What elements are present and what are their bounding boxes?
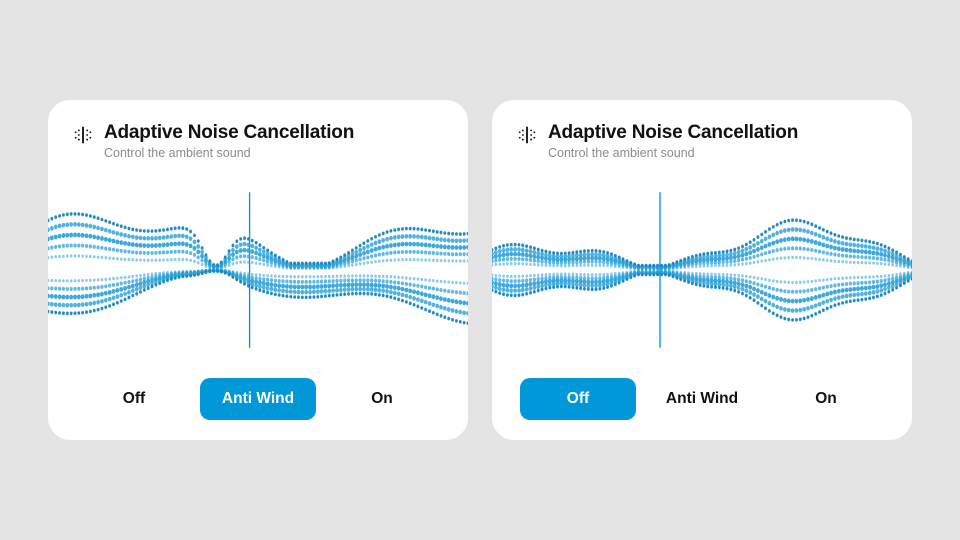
mode-option-label: On bbox=[815, 390, 837, 408]
card-header: Adaptive Noise Cancellation Control the … bbox=[516, 122, 888, 160]
mode-option-label: Anti Wind bbox=[666, 390, 738, 408]
mode-segmented-control: Off Anti Wind On bbox=[516, 378, 888, 420]
soundwave-icon bbox=[72, 124, 94, 146]
card-subtitle: Control the ambient sound bbox=[548, 146, 798, 160]
waveform-visual bbox=[492, 170, 912, 370]
mode-option-label: Off bbox=[567, 390, 589, 408]
card-titles: Adaptive Noise Cancellation Control the … bbox=[104, 122, 354, 160]
soundwave-icon bbox=[516, 124, 538, 146]
mode-option-label: Anti Wind bbox=[222, 390, 294, 408]
mode-option-label: Off bbox=[123, 390, 145, 408]
mode-segmented-control: Off Anti Wind On bbox=[72, 378, 444, 420]
mode-option-antiwind[interactable]: Anti Wind bbox=[200, 378, 316, 420]
waveform-visual bbox=[48, 170, 468, 370]
mode-option-antiwind[interactable]: Anti Wind bbox=[644, 378, 760, 420]
card-header: Adaptive Noise Cancellation Control the … bbox=[72, 122, 444, 160]
mode-option-off[interactable]: Off bbox=[520, 378, 636, 420]
card-titles: Adaptive Noise Cancellation Control the … bbox=[548, 122, 798, 160]
card-subtitle: Control the ambient sound bbox=[104, 146, 354, 160]
mode-option-on[interactable]: On bbox=[768, 378, 884, 420]
card-title: Adaptive Noise Cancellation bbox=[104, 122, 354, 144]
anc-card: Adaptive Noise Cancellation Control the … bbox=[492, 100, 912, 440]
anc-card: Adaptive Noise Cancellation Control the … bbox=[48, 100, 468, 440]
card-title: Adaptive Noise Cancellation bbox=[548, 122, 798, 144]
mode-option-label: On bbox=[371, 390, 393, 408]
mode-option-on[interactable]: On bbox=[324, 378, 440, 420]
mode-option-off[interactable]: Off bbox=[76, 378, 192, 420]
